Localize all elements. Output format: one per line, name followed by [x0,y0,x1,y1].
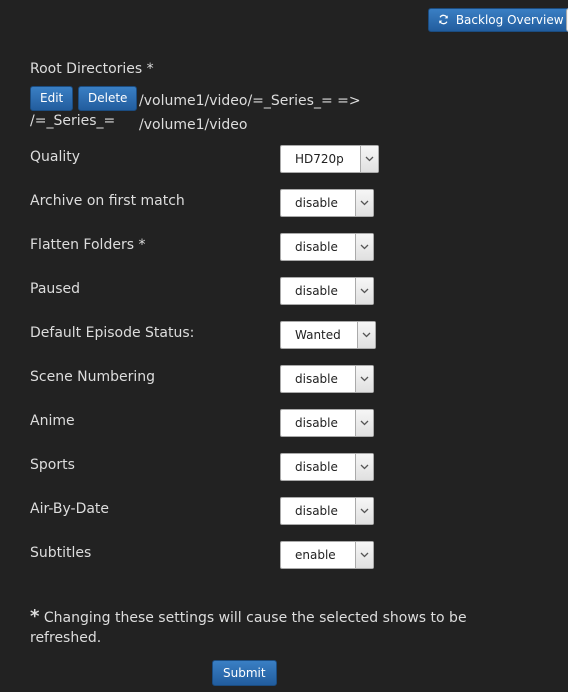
setting-label: Air-By-Date [30,501,110,517]
submit-button[interactable]: Submit [212,660,277,686]
setting-row-flatten-folders: Flatten Folders * disable [30,233,550,261]
setting-row-anime: Anime disable [30,409,550,437]
default-episode-status-select[interactable]: Wanted [280,321,376,349]
select-value: disable [295,504,338,518]
root-directory-path-continued: /=_Series_= [30,113,116,129]
select-value: disable [295,460,338,474]
setting-label: Scene Numbering [30,369,156,385]
chevron-down-icon [355,190,373,216]
setting-row-air-by-date: Air-By-Date disable [30,497,550,525]
setting-label: Sports [30,457,75,473]
setting-row-paused: Paused disable [30,277,550,305]
flatten-folders-select[interactable]: disable [280,233,374,261]
paused-select[interactable]: disable [280,277,374,305]
refresh-icon [438,13,453,27]
footnote-text: Changing these settings will cause the s… [30,610,467,646]
setting-row-archive-first-match: Archive on first match disable [30,189,550,217]
select-value: enable [295,548,336,562]
air-by-date-select[interactable]: disable [280,497,374,525]
chevron-down-icon [355,454,373,480]
select-value: disable [295,284,338,298]
footnote-star: * [30,606,40,627]
chevron-down-icon [355,278,373,304]
backlog-overview-button[interactable]: Backlog Overview [428,8,568,32]
refresh-footnote: * Changing these settings will cause the… [30,607,470,648]
archive-first-match-select[interactable]: disable [280,189,374,217]
sports-select[interactable]: disable [280,453,374,481]
setting-row-default-episode-status: Default Episode Status: Wanted [30,321,550,349]
chevron-down-icon [355,498,373,524]
setting-label: Default Episode Status: [30,325,195,341]
subtitles-select[interactable]: enable [280,541,374,569]
setting-row-scene-numbering: Scene Numbering disable [30,365,550,393]
setting-label: Anime [30,413,75,429]
scene-numbering-select[interactable]: disable [280,365,374,393]
setting-label: Flatten Folders * [30,237,146,253]
select-value: disable [295,196,338,210]
root-directories-label: Root Directories * [30,61,154,77]
quality-select[interactable]: HD720p [280,145,379,173]
setting-label: Subtitles [30,545,92,561]
chevron-down-icon [355,366,373,392]
setting-row-quality: Quality HD720p [30,145,550,173]
chevron-down-icon [360,146,378,172]
anime-select[interactable]: disable [280,409,374,437]
select-value: disable [295,372,338,386]
select-value: HD720p [295,152,344,166]
setting-label: Paused [30,281,81,297]
edit-root-button[interactable]: Edit [30,86,74,111]
chevron-down-icon [357,322,375,348]
select-value: disable [295,240,338,254]
setting-label: Quality [30,149,81,165]
chevron-down-icon [355,410,373,436]
setting-row-subtitles: Subtitles enable [30,541,550,569]
select-value: Wanted [295,328,341,342]
chevron-down-icon [355,234,373,260]
chevron-down-icon [355,542,373,568]
backlog-overview-label: Backlog Overview [455,13,564,27]
setting-label: Archive on first match [30,193,185,209]
setting-row-sports: Sports disable [30,453,550,481]
delete-root-button[interactable]: Delete [78,86,138,111]
root-directory-path: /volume1/video/=_Series_= => /volume1/vi… [139,93,361,133]
select-value: disable [295,416,338,430]
mass-edit-page: Backlog Overview Root Directories * Edit… [0,0,568,692]
